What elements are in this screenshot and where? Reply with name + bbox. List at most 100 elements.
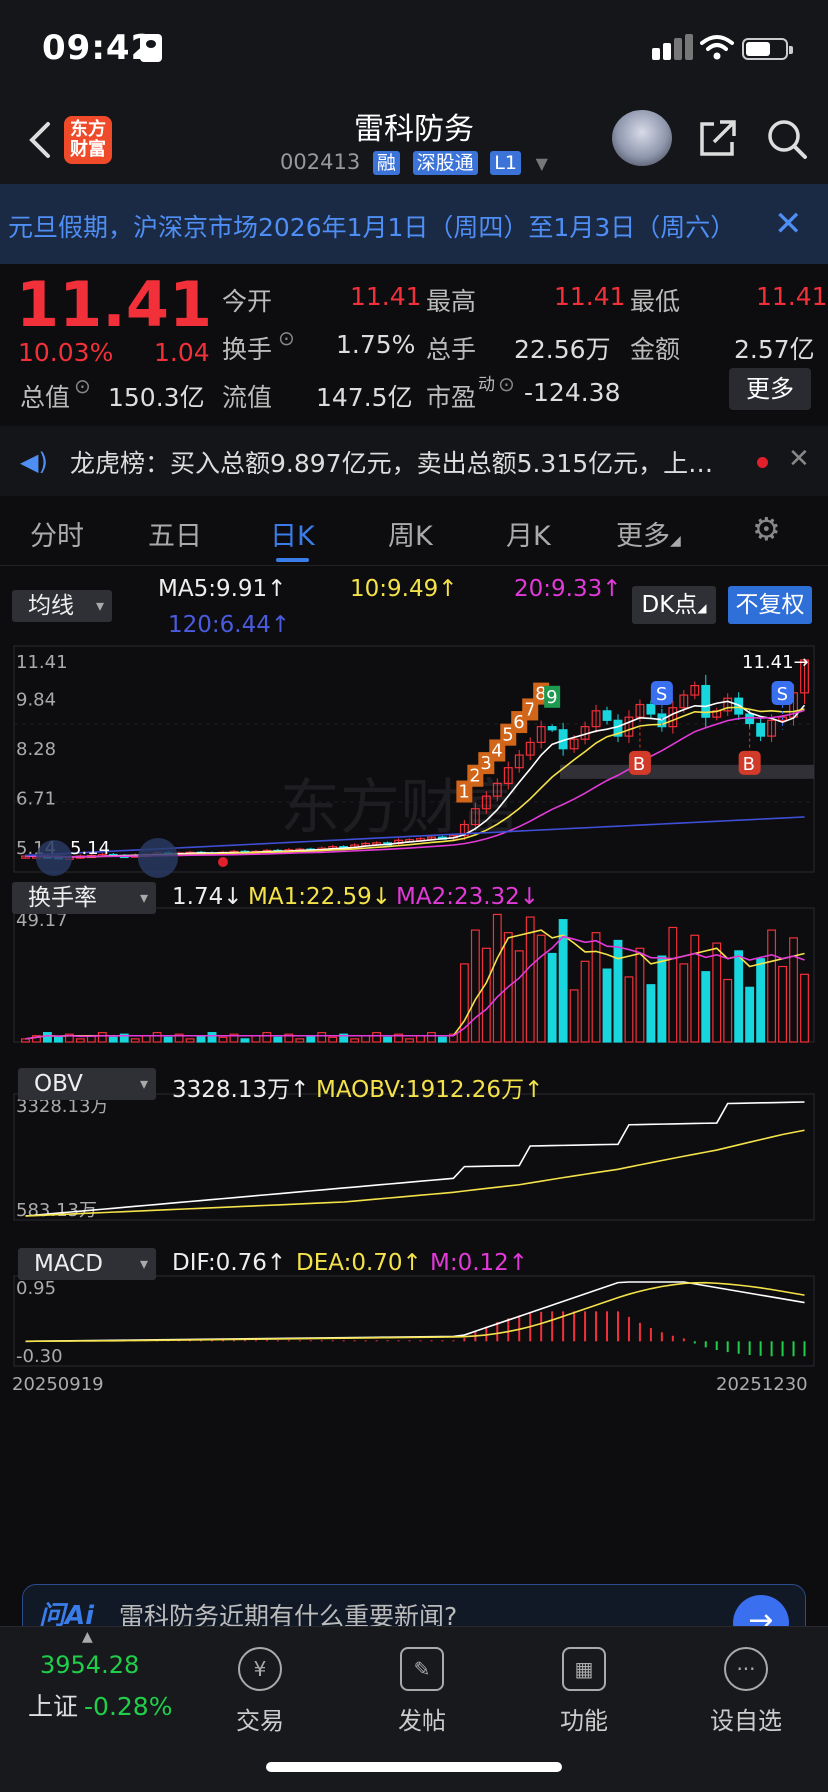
turnover-bar [690,934,700,1043]
support-band [560,764,814,779]
turnover-bar [383,1036,393,1043]
panel-frame [13,1093,815,1221]
home-indicator[interactable] [266,1762,562,1772]
close-icon[interactable]: ✕ [774,204,803,244]
turnover-bar [240,1038,250,1043]
turnover-ma1: MA1:22.59↓ [248,884,392,910]
tab-monthly-k[interactable]: 月K [506,514,551,553]
turnover-bar [163,1036,173,1043]
search-icon[interactable] [766,118,808,160]
turnover-bar [372,1032,382,1043]
turnover-bar [218,1036,228,1043]
turnover-bar [646,984,656,1043]
open-value: 11.41 [350,282,422,311]
collapse-left-icon [36,840,72,876]
macd-max-label: 0.95 [16,1278,56,1299]
sell-marker-label: S [656,684,667,705]
period-tabs: 分时 五日 日K 周K 月K 更多◢ ⚙ [0,496,828,566]
panel-frame [13,907,815,1043]
functions-button[interactable]: ▦ 功能 [524,1647,644,1736]
dragon-tiger-text: 龙虎榜：买入总额9.897亿元，卖出总额5.315亿元，上榜原因... [70,449,738,478]
turnover-ma2: MA2:23.32↓ [396,884,540,910]
dragon-tiger-bar[interactable]: ◀) 龙虎榜：买入总额9.897亿元，卖出总额5.315亿元，上榜原因... ✕ [0,426,828,496]
info-icon[interactable]: ⊙ [278,326,295,350]
app-root: 09:42 东方 财富 雷科防务 002413 融 深股通 L1 ▼ 元旦假期，沪… [0,0,828,1792]
turnover-bar [745,986,755,1043]
turnover-bar [141,1035,151,1043]
contact-card-icon [140,34,162,62]
pe-label: 市盈 [426,383,477,412]
turnover-bar [185,1038,195,1043]
signal-bar [663,43,671,60]
macd-dif: DIF:0.76↑ [172,1250,287,1276]
turnover-bar [756,958,766,1043]
macd-min-label: -0.30 [16,1346,63,1367]
status-time: 09:42 [42,28,156,68]
turnover-bar [778,965,788,1043]
index-value: 3954.28 [40,1651,140,1679]
tab-intraday[interactable]: 分时 [30,514,84,553]
chevron-up-icon: ▲ [82,1629,93,1645]
pe-value: -124.38 [524,378,621,407]
unread-dot [757,457,768,468]
mcap-value: 150.3亿 [108,383,205,412]
index-line: 上证 -0.28% [28,1687,172,1723]
turnover-bar [437,1036,447,1043]
candle-body [756,722,766,737]
turnover-bar [350,1038,360,1043]
battery-icon [742,38,793,60]
signal-bar [674,38,682,60]
turnover-bar [251,1035,261,1043]
turnover-bar [416,1035,425,1043]
last-price-label: 11.41→ [742,652,809,673]
turnover-bar [306,1035,316,1043]
holiday-notice[interactable]: 元旦假期，沪深京市场2026年1月1日（周四）至1月3日（周六） ✕ [0,184,828,264]
tab-daily-k[interactable]: 日K [270,514,315,562]
turnover-bar [405,1038,414,1043]
turnover-bar [130,1038,140,1043]
turnover-bar [262,1032,272,1043]
turnover-bar [734,950,744,1043]
float-label: 流值 [222,383,273,412]
candle-body [602,710,612,721]
more-dots-icon: ··· [724,1647,768,1691]
settings-gear-icon[interactable]: ⚙ [752,510,781,548]
candle-body [547,726,557,731]
low-value: 11.41 [756,282,828,311]
speaker-icon: ◀) [20,448,48,476]
buy-marker-label: B [743,754,755,775]
chevron-down-icon: ▼ [535,154,548,173]
obv-select[interactable]: OBV [18,1068,156,1100]
macd-dea: DEA:0.70↑ [296,1250,422,1276]
assistant-robot-icon[interactable] [612,110,672,166]
share-icon[interactable] [698,118,738,158]
turnover-select[interactable]: 换手率 [12,882,156,914]
post-button[interactable]: ✎ 发帖 [362,1647,482,1736]
buy-marker-label: B [633,754,645,775]
tab-more-label: 更多 [616,521,670,552]
info-icon[interactable]: ⊙ [74,374,91,398]
turnover-bar [668,926,678,1043]
corner-arrow-icon: ◢ [670,533,681,549]
turnover-bar [328,1036,338,1043]
quote-panel: 11.41 10.03% 1.04 今开 11.41 最高 11.41 最低 1… [0,264,828,424]
dif-line [25,1281,805,1343]
tab-more[interactable]: 更多◢ [616,514,681,553]
info-icon[interactable]: ⊙ [498,372,515,396]
tab-five-day[interactable]: 五日 [148,514,202,553]
turnover-label: 换手 [222,335,273,364]
more-button[interactable]: 更多 [729,368,811,410]
obv-line [25,1101,805,1217]
tab-weekly-k[interactable]: 周K [388,514,433,553]
index-change: -0.28% [84,1692,173,1721]
change-amount: 1.04 [154,338,210,367]
date-start-label: 20250919 [12,1374,104,1395]
add-watchlist-button[interactable]: ··· 设自选 [686,1647,806,1736]
trade-button[interactable]: ¥ 交易 [200,1647,320,1736]
turnover-bar [569,989,579,1043]
turnover-bar [108,1036,118,1043]
close-icon[interactable]: ✕ [788,444,810,474]
turnover-bar [580,960,590,1043]
macd-select[interactable]: MACD [18,1248,156,1280]
turnover-bar [470,929,480,1043]
